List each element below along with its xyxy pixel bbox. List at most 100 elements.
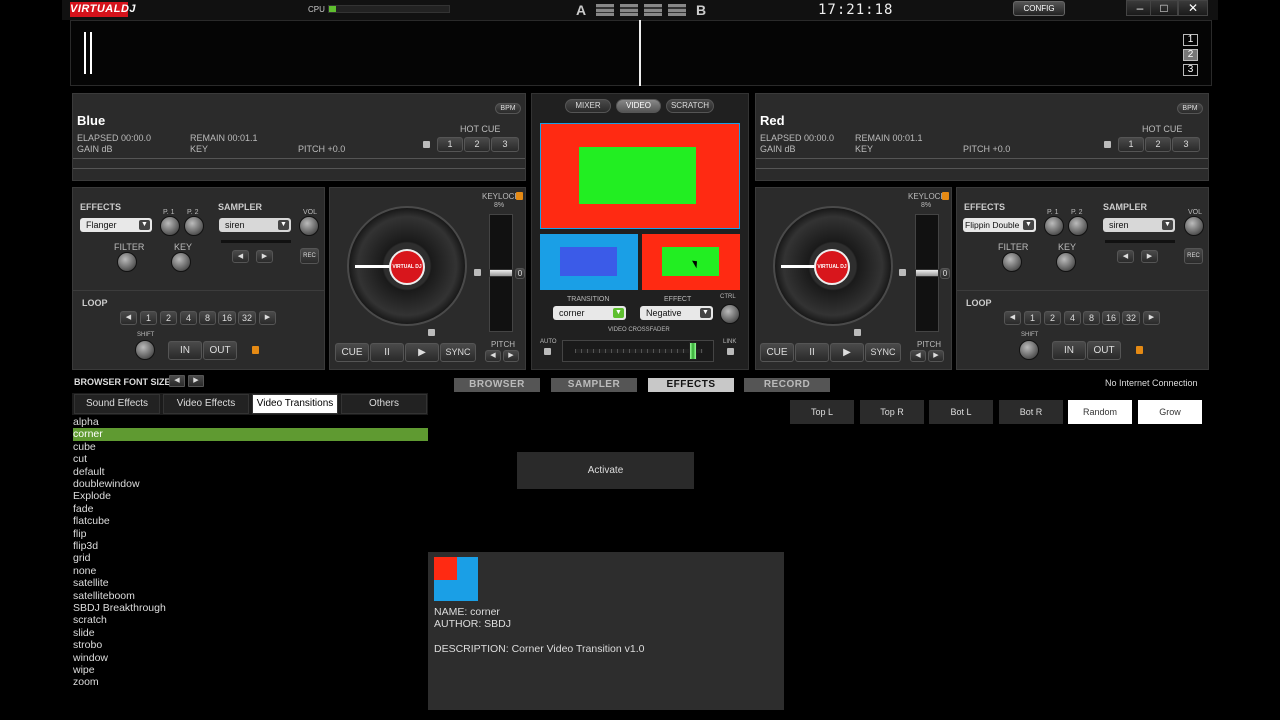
video-effect-select[interactable]: Negative ▼ (640, 306, 713, 320)
tab-video-transitions[interactable]: Video Transitions (252, 394, 338, 414)
list-item[interactable]: fade (73, 503, 428, 515)
loop-out-button[interactable]: OUT (1087, 341, 1121, 360)
list-item[interactable]: SBDJ Breakthrough (73, 602, 428, 614)
lock-icon[interactable] (854, 329, 861, 336)
shift-knob[interactable] (1019, 340, 1039, 360)
loop-32-button[interactable]: 32 (1122, 311, 1140, 325)
list-item[interactable]: corner (73, 428, 428, 441)
play-button[interactable]: ▶ (405, 343, 439, 362)
loop-in-button[interactable]: IN (1052, 341, 1086, 360)
loop-4-button[interactable]: 4 (180, 311, 197, 325)
list-item[interactable]: wipe (73, 664, 428, 676)
tab-video[interactable]: VIDEO (616, 99, 661, 113)
list-item[interactable]: satelliteboom (73, 590, 428, 602)
pitch-up-button[interactable]: ▶ (928, 350, 944, 362)
nav-sampler[interactable]: SAMPLER (551, 378, 637, 392)
tab-others[interactable]: Others (341, 394, 427, 414)
list-item[interactable]: flip (73, 528, 428, 540)
sampler-next-button[interactable]: ▶ (256, 250, 273, 263)
loop-next-button[interactable]: ▶ (1143, 311, 1160, 325)
loop-1-button[interactable]: 1 (1024, 311, 1041, 325)
loop-1-button[interactable]: 1 (140, 311, 157, 325)
cue-button[interactable]: CUE (335, 343, 369, 362)
lock-icon[interactable] (516, 192, 523, 200)
lock-icon[interactable] (727, 348, 734, 355)
p1-knob[interactable] (1044, 216, 1064, 236)
pitch-reset-button[interactable]: 0 (940, 268, 950, 279)
position-top-left-button[interactable]: Top L (790, 400, 854, 424)
pitch-slider-handle[interactable] (915, 269, 939, 277)
deck-right-sampler-select[interactable]: siren ▼ (1103, 218, 1175, 232)
pitch-down-button[interactable]: ◀ (485, 350, 501, 362)
sampler-prev-button[interactable]: ◀ (1117, 250, 1134, 263)
loop-2-button[interactable]: 2 (160, 311, 177, 325)
font-size-decrease-button[interactable]: ◀ (169, 375, 185, 387)
loop-16-button[interactable]: 16 (1102, 311, 1120, 325)
page-button-1[interactable]: 1 (1183, 34, 1198, 46)
lock-icon[interactable] (544, 348, 551, 355)
key-knob[interactable] (171, 252, 191, 272)
tab-mixer[interactable]: MIXER (565, 99, 611, 113)
list-item[interactable]: Explode (73, 490, 428, 502)
lock-icon[interactable] (428, 329, 435, 336)
nav-record[interactable]: RECORD (744, 378, 830, 392)
maximize-icon[interactable]: □ (1150, 0, 1178, 16)
sampler-rec-button[interactable]: REC (1184, 248, 1203, 264)
vol-knob[interactable] (299, 216, 319, 236)
loop-out-button[interactable]: OUT (203, 341, 237, 360)
list-item[interactable]: slide (73, 627, 428, 639)
loop-prev-button[interactable]: ◀ (120, 311, 137, 325)
sampler-next-button[interactable]: ▶ (1141, 250, 1158, 263)
list-item[interactable]: default (73, 466, 428, 478)
loop-2-button[interactable]: 2 (1044, 311, 1061, 325)
list-item[interactable]: doublewindow (73, 478, 428, 490)
position-bottom-right-button[interactable]: Bot R (999, 400, 1063, 424)
page-button-2[interactable]: 2 (1183, 49, 1198, 61)
list-item[interactable]: flatcube (73, 515, 428, 527)
lock-icon[interactable] (423, 141, 430, 148)
lock-icon[interactable] (899, 269, 906, 276)
lock-icon[interactable] (942, 192, 949, 200)
deck-right-bpm-button[interactable]: BPM (1177, 103, 1203, 114)
shift-knob[interactable] (135, 340, 155, 360)
p2-knob[interactable] (184, 216, 204, 236)
list-item[interactable]: strobo (73, 639, 428, 651)
pause-button[interactable]: II (370, 343, 404, 362)
lock-icon[interactable] (252, 346, 259, 354)
lock-icon[interactable] (474, 269, 481, 276)
list-item[interactable]: satellite (73, 577, 428, 589)
list-item[interactable]: alpha (73, 416, 428, 428)
loop-in-button[interactable]: IN (168, 341, 202, 360)
config-button[interactable]: CONFIG (1013, 1, 1065, 16)
loop-8-button[interactable]: 8 (199, 311, 216, 325)
activate-button[interactable]: Activate (517, 452, 694, 489)
list-item[interactable]: cube (73, 441, 428, 453)
font-size-increase-button[interactable]: ▶ (188, 375, 204, 387)
deck-left-hotcue-1[interactable]: 1 (437, 137, 463, 152)
pitch-down-button[interactable]: ◀ (910, 350, 926, 362)
tab-sound-effects[interactable]: Sound Effects (74, 394, 160, 414)
pitch-up-button[interactable]: ▶ (503, 350, 519, 362)
list-item[interactable]: cut (73, 453, 428, 465)
loop-16-button[interactable]: 16 (218, 311, 236, 325)
sync-button[interactable]: SYNC (440, 343, 476, 362)
deck-left-bpm-button[interactable]: BPM (495, 103, 521, 114)
video-crossfader-handle[interactable] (689, 342, 697, 360)
random-button[interactable]: Random (1068, 400, 1132, 424)
tab-video-effects[interactable]: Video Effects (163, 394, 249, 414)
nav-effects[interactable]: EFFECTS (648, 378, 734, 392)
vol-knob[interactable] (1184, 216, 1204, 236)
cue-button[interactable]: CUE (760, 343, 794, 362)
waveform-display[interactable] (70, 20, 1212, 86)
deck-left-hotcue-3[interactable]: 3 (491, 137, 519, 152)
deck-left-sampler-select[interactable]: siren ▼ (219, 218, 291, 232)
position-top-right-button[interactable]: Top R (860, 400, 924, 424)
loop-4-button[interactable]: 4 (1064, 311, 1081, 325)
pitch-slider-handle[interactable] (489, 269, 513, 277)
filter-knob[interactable] (117, 252, 137, 272)
sampler-prev-button[interactable]: ◀ (232, 250, 249, 263)
loop-8-button[interactable]: 8 (1083, 311, 1100, 325)
lock-icon[interactable] (1104, 141, 1111, 148)
key-knob[interactable] (1056, 252, 1076, 272)
tab-scratch[interactable]: SCRATCH (666, 99, 714, 113)
